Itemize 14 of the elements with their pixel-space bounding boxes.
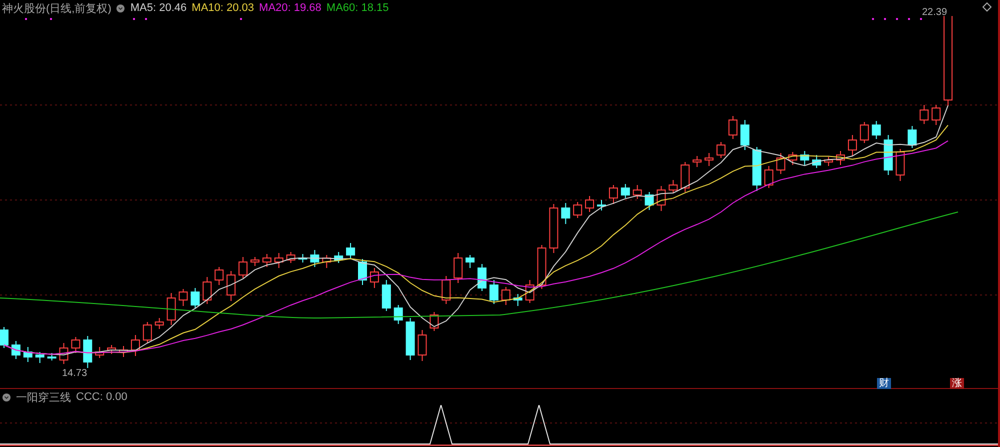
event-badge[interactable]: 涨 <box>950 378 964 389</box>
low-price-label: 14.73 <box>62 368 88 379</box>
moving-average-value: MA10: 20.03 <box>192 2 254 14</box>
high-price-label: 22.39 <box>922 7 948 18</box>
moving-average-value: MA20: 19.68 <box>259 2 322 14</box>
indicator-value: CCC: 0.00 <box>76 391 128 403</box>
indicator-name: 一阳穿三线 <box>16 390 71 404</box>
moving-average-value: MA60: 18.15 <box>326 2 389 14</box>
event-badge[interactable]: 财 <box>877 378 891 389</box>
diamond-icon[interactable] <box>982 2 992 12</box>
settings-icon[interactable] <box>2 392 11 402</box>
settings-icon[interactable] <box>116 4 126 12</box>
stock-title: 神火股份(日线,前复权) <box>2 2 112 16</box>
moving-average-value: MA5: 20.46 <box>130 2 187 14</box>
